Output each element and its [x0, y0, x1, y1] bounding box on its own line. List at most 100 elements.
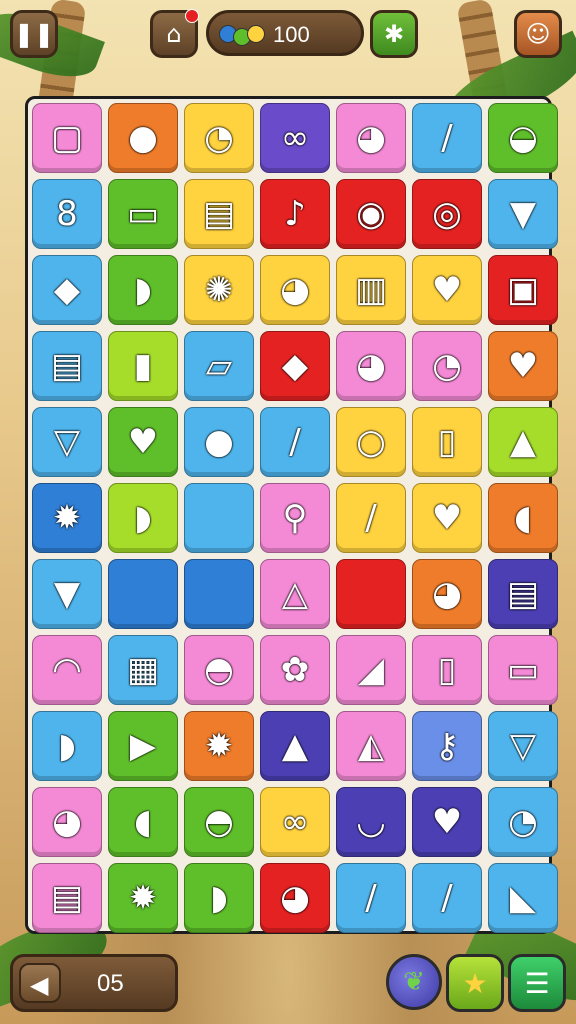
- board-tile[interactable]: [184, 483, 254, 553]
- board-tile[interactable]: ♥: [412, 787, 482, 857]
- board-tile[interactable]: ◕: [336, 331, 406, 401]
- board-tile[interactable]: ◕: [336, 103, 406, 173]
- board-tile[interactable]: 8: [32, 179, 102, 249]
- board-tile[interactable]: ▯: [412, 635, 482, 705]
- board-tile[interactable]: ○: [336, 407, 406, 477]
- peanut-icon: 8: [56, 194, 78, 234]
- board-tile[interactable]: ◣: [488, 863, 558, 933]
- board-tile[interactable]: ♪: [260, 179, 330, 249]
- board-tile[interactable]: ◗: [32, 711, 102, 781]
- board-tile[interactable]: ▭: [108, 179, 178, 249]
- board-tile[interactable]: [108, 559, 178, 629]
- board-tile[interactable]: ▯: [412, 407, 482, 477]
- board-tile[interactable]: ▼: [32, 559, 102, 629]
- board-tile[interactable]: ⚲: [260, 483, 330, 553]
- board-tile[interactable]: ∞: [260, 787, 330, 857]
- board-tile[interactable]: ♥: [412, 255, 482, 325]
- board-tile[interactable]: ◕: [32, 787, 102, 857]
- board-tile[interactable]: ▥: [336, 255, 406, 325]
- wand-icon: /: [365, 498, 377, 538]
- board-tile[interactable]: ▣: [488, 255, 558, 325]
- board-tile[interactable]: ▤: [184, 179, 254, 249]
- pause-button[interactable]: ❚❚: [10, 10, 58, 58]
- ice-cream-icon: ▽: [509, 726, 537, 766]
- card-icon: ▭: [506, 650, 540, 690]
- map-button[interactable]: ✱: [370, 10, 418, 58]
- board-tile[interactable]: ◖: [488, 483, 558, 553]
- board-tile[interactable]: ◓: [184, 787, 254, 857]
- board-tile[interactable]: ◖: [108, 787, 178, 857]
- board-tile[interactable]: /: [412, 863, 482, 933]
- board-tile[interactable]: ✹: [184, 711, 254, 781]
- board-tile[interactable]: ◔: [412, 331, 482, 401]
- board-tile[interactable]: /: [260, 407, 330, 477]
- ghost-icon: ◠: [52, 650, 82, 690]
- board-tile[interactable]: ▽: [488, 711, 558, 781]
- board-tile[interactable]: ✹: [32, 483, 102, 553]
- back-button[interactable]: ◀: [19, 963, 61, 1003]
- board-tile[interactable]: ▤: [32, 863, 102, 933]
- board-tile[interactable]: ◗: [108, 255, 178, 325]
- board-tile[interactable]: ◔: [488, 787, 558, 857]
- board-tile[interactable]: ▶: [108, 711, 178, 781]
- green-star-icon: ✹: [52, 498, 82, 538]
- board-tile[interactable]: ◠: [32, 635, 102, 705]
- board-tile[interactable]: ◒: [488, 103, 558, 173]
- board-tile[interactable]: ♥: [412, 483, 482, 553]
- board-tile[interactable]: ◕: [260, 255, 330, 325]
- board-tile[interactable]: ◉: [336, 179, 406, 249]
- home-button[interactable]: ⌂: [150, 9, 199, 58]
- board-tile[interactable]: ▱: [184, 331, 254, 401]
- game-console-icon: ▯: [437, 650, 457, 690]
- yellow-chick-icon: ◒: [508, 118, 538, 158]
- avatar-button[interactable]: ☺: [514, 10, 562, 58]
- red-leaf-icon: ◆: [53, 270, 81, 310]
- board-tile[interactable]: /: [336, 483, 406, 553]
- yellow-fish-icon: ◗: [58, 726, 76, 766]
- board-tile[interactable]: ⚷: [412, 711, 482, 781]
- board-tile[interactable]: ▭: [488, 635, 558, 705]
- board-tile[interactable]: ▢: [32, 103, 102, 173]
- board-tile[interactable]: ◕: [260, 863, 330, 933]
- board-tile[interactable]: [184, 559, 254, 629]
- board-tile[interactable]: /: [336, 863, 406, 933]
- board-tile[interactable]: ●: [184, 407, 254, 477]
- board-tile[interactable]: [336, 559, 406, 629]
- board-tile[interactable]: ✹: [108, 863, 178, 933]
- glasses-icon: ∞: [280, 118, 310, 158]
- board-tile[interactable]: ▼: [488, 179, 558, 249]
- red-book-icon: ▤: [50, 878, 84, 918]
- board-tile[interactable]: ◗: [184, 863, 254, 933]
- board-tile[interactable]: △: [260, 559, 330, 629]
- board-tile[interactable]: ▲: [488, 407, 558, 477]
- board-tile[interactable]: ▽: [32, 407, 102, 477]
- board-tile[interactable]: ▦: [108, 635, 178, 705]
- board-tile[interactable]: ∞: [260, 103, 330, 173]
- board-tile[interactable]: ◗: [108, 483, 178, 553]
- board-tile[interactable]: ◭: [336, 711, 406, 781]
- menu-button[interactable]: ☰: [508, 954, 566, 1012]
- books-icon: ▤: [202, 194, 236, 234]
- board-tile[interactable]: ◡: [336, 787, 406, 857]
- board-tile[interactable]: ◕: [412, 559, 482, 629]
- board-tile[interactable]: ◆: [32, 255, 102, 325]
- star-button[interactable]: ★: [446, 954, 504, 1012]
- board-tile[interactable]: ▮: [108, 331, 178, 401]
- carrot-icon: ▼: [53, 574, 81, 614]
- board-tile[interactable]: ◔: [184, 103, 254, 173]
- blue-cat-icon: ◕: [52, 802, 82, 842]
- board-tile[interactable]: /: [412, 103, 482, 173]
- board-tile[interactable]: ▲: [260, 711, 330, 781]
- board-tile[interactable]: ●: [108, 103, 178, 173]
- board-tile[interactable]: ◎: [412, 179, 482, 249]
- leaf-powerup-button[interactable]: ❦: [386, 954, 442, 1010]
- board-tile[interactable]: ◢: [336, 635, 406, 705]
- board-tile[interactable]: ♥: [108, 407, 178, 477]
- board-tile[interactable]: ▤: [32, 331, 102, 401]
- board-tile[interactable]: ▤: [488, 559, 558, 629]
- board-tile[interactable]: ◓: [184, 635, 254, 705]
- board-tile[interactable]: ♥: [488, 331, 558, 401]
- board-tile[interactable]: ✺: [184, 255, 254, 325]
- board-tile[interactable]: ✿: [260, 635, 330, 705]
- board-tile[interactable]: ◆: [260, 331, 330, 401]
